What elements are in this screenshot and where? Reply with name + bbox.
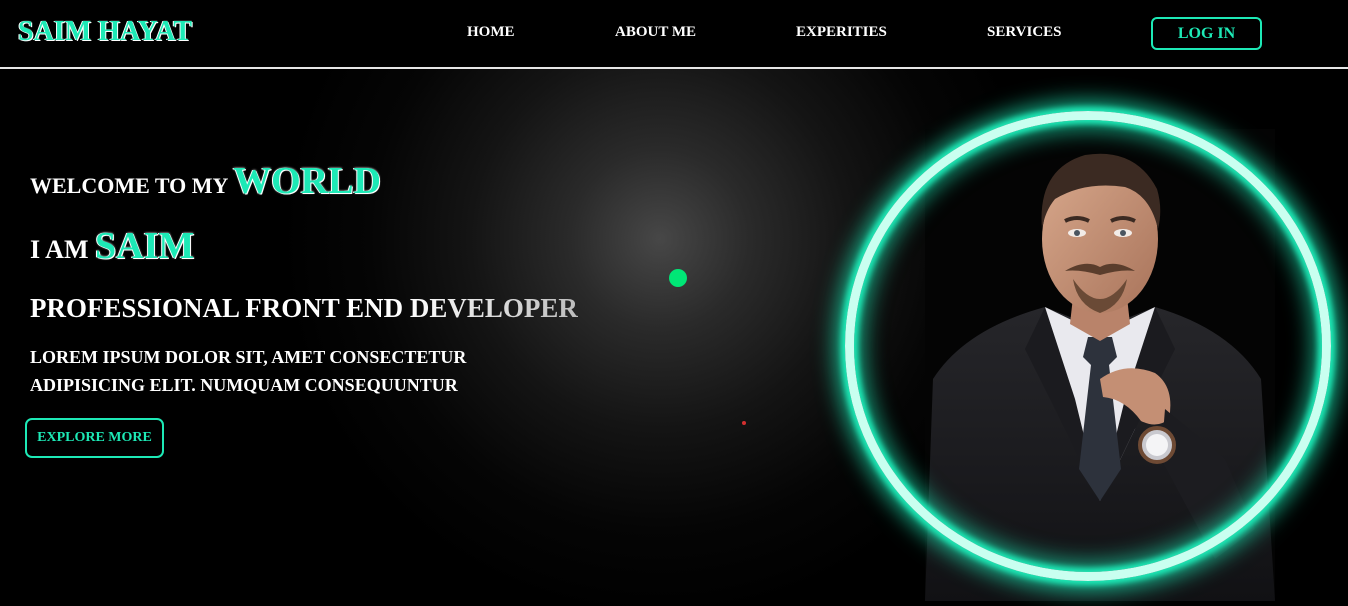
description-line-1: LOREM IPSUM DOLOR SIT, AMET CONSECTETUR: [30, 347, 467, 367]
site-logo[interactable]: SAIM HAYAT: [18, 16, 192, 48]
hero-description: LOREM IPSUM DOLOR SIT, AMET CONSECTETUR …: [30, 343, 550, 399]
nav-about-me[interactable]: ABOUT ME: [615, 24, 696, 41]
header: SAIM HAYAT HOME ABOUT ME EXPERITIES SERV…: [0, 0, 1348, 69]
name-heading: I AM SAIM: [30, 224, 194, 268]
nav-home[interactable]: HOME: [467, 24, 515, 41]
green-dot: [669, 269, 687, 287]
page: SAIM HAYAT HOME ABOUT ME EXPERITIES SERV…: [0, 0, 1348, 606]
name-accent: SAIM: [95, 225, 195, 267]
welcome-prefix: WELCOME TO MY: [30, 173, 228, 198]
explore-more-button[interactable]: EXPLORE MORE: [25, 418, 164, 458]
iam-prefix: I AM: [30, 235, 89, 264]
welcome-heading: WELCOME TO MY WORLD: [30, 159, 381, 203]
welcome-accent: WORLD: [233, 160, 381, 202]
hero-section: WELCOME TO MY WORLD I AM SAIM PROFESSION…: [0, 69, 1348, 606]
red-dot: [742, 421, 746, 425]
description-line-2: ADIPISICING ELIT. NUMQUAM CONSEQUUNTUR: [30, 375, 458, 395]
login-button[interactable]: LOG IN: [1151, 17, 1262, 50]
role-heading: PROFESSIONAL FRONT END DEVELOPER: [30, 293, 578, 323]
nav-services[interactable]: SERVICES: [987, 24, 1062, 41]
profile-photo: [925, 129, 1275, 601]
profile-photo-art: [925, 129, 1275, 601]
nav-experities[interactable]: EXPERITIES: [796, 24, 887, 41]
